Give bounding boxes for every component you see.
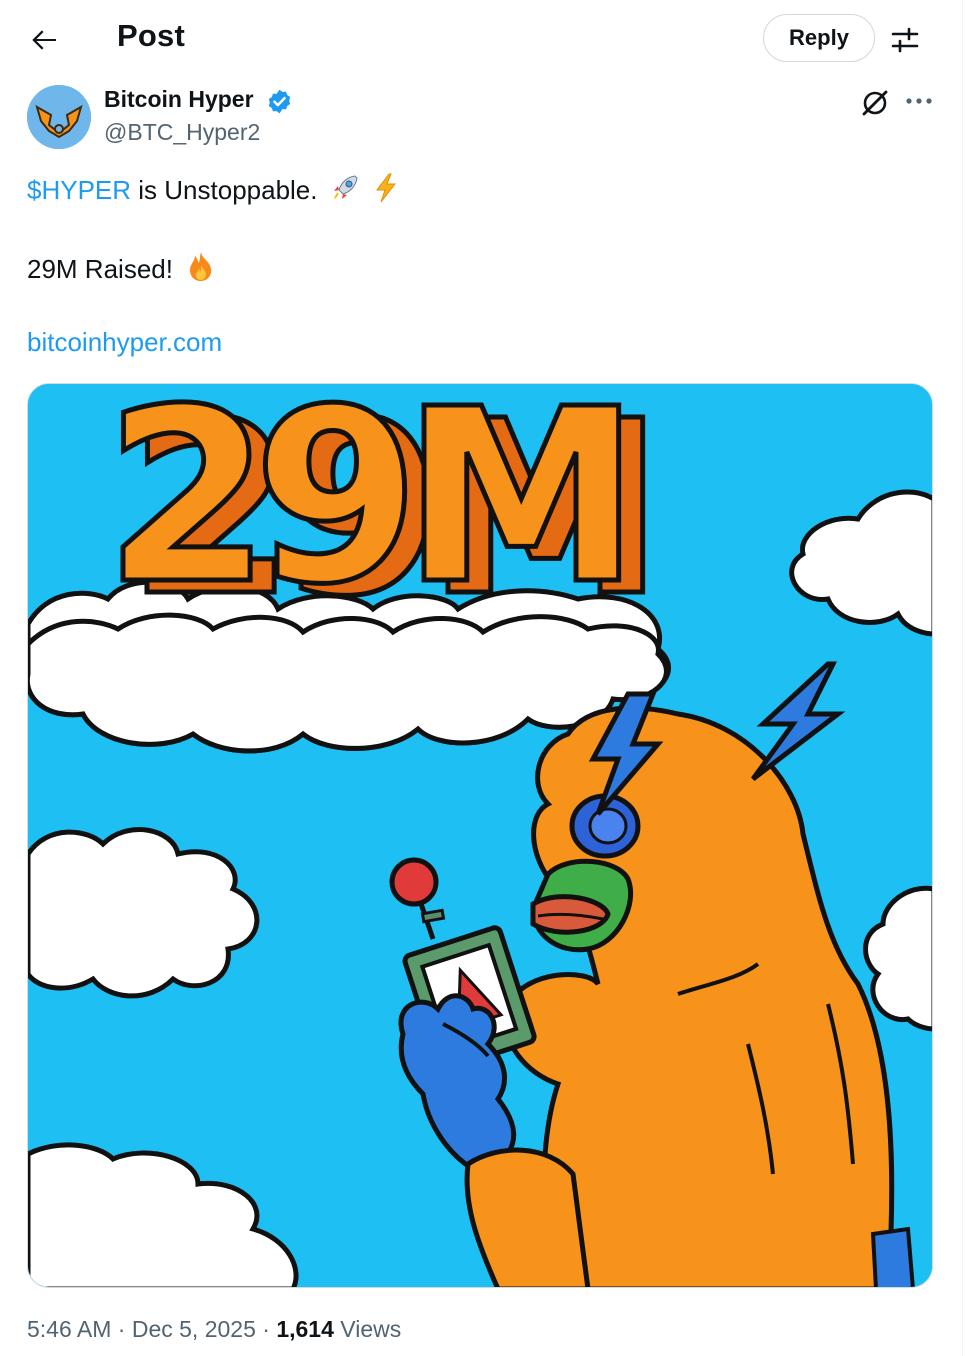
post-image[interactable]: 29M 29M [27,383,933,1288]
post-text-line: 29M Raised! [27,250,214,285]
verified-badge-icon [266,88,293,115]
svg-text:29M: 29M [104,384,623,637]
separator: · [255,1316,277,1342]
back-arrow-icon[interactable] [26,22,62,58]
post-time[interactable]: 5:46 AM [27,1316,111,1342]
avatar[interactable] [27,85,91,149]
page-title: Post [117,18,185,53]
post-metadata: 5:46 AM · Dec 5, 2025 · 1,614 Views [27,1316,401,1343]
rocket-icon [331,173,359,203]
separator: · [111,1316,132,1342]
high-voltage-icon [372,173,400,203]
grok-icon[interactable] [858,86,892,120]
post-detail-view: Post Reply Bitcoin Hyper @BTC_Hyper2 $HY… [0,0,963,1356]
fire-icon [186,250,214,281]
post-text: is Unstoppable. [131,175,318,205]
post-date[interactable]: Dec 5, 2025 [132,1316,256,1342]
headline-29m: 29M 29M [102,384,668,652]
author-handle[interactable]: @BTC_Hyper2 [104,119,260,146]
views-label: Views [333,1316,402,1342]
more-options-icon[interactable] [902,86,936,116]
website-link[interactable]: bitcoinhyper.com [27,327,222,357]
author-name[interactable]: Bitcoin Hyper [104,86,254,113]
views-count: 1,614 [276,1316,334,1342]
cashtag-link[interactable]: $HYPER [27,175,131,205]
sliders-icon[interactable] [889,24,921,56]
post-text-line: bitcoinhyper.com [27,327,222,358]
post-text: 29M Raised! [27,254,173,284]
reply-button[interactable]: Reply [763,14,875,62]
post-text-line: $HYPER is Unstoppable. [27,173,400,206]
